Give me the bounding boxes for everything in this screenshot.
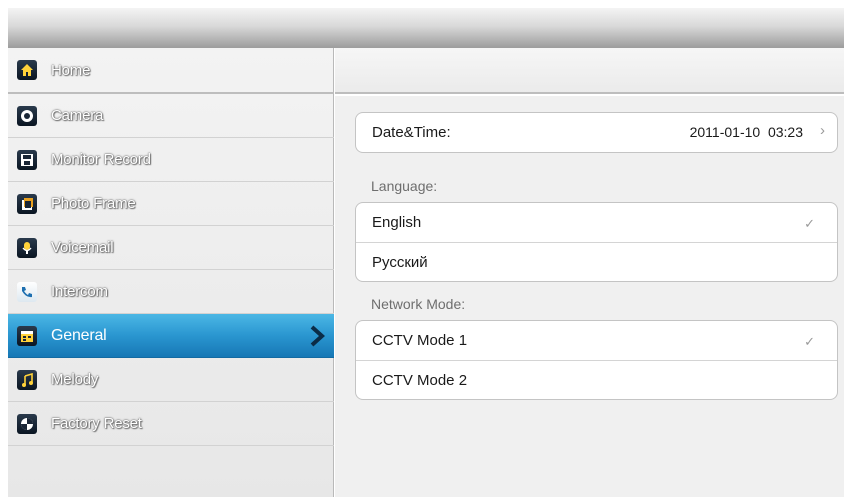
network-option-label: CCTV Mode 2	[372, 371, 468, 389]
sidebar-item-melody[interactable]: Melody	[8, 358, 334, 402]
sidebar-item-home[interactable]: Home	[8, 48, 334, 94]
photo-frame-icon	[17, 193, 37, 214]
reset-icon	[17, 413, 37, 434]
device-screen: Home Camera Monitor Record Photo Frame V	[8, 8, 844, 497]
camera-icon	[17, 105, 37, 126]
checkmark-icon: ✓	[804, 216, 815, 231]
language-group: English ✓ Русский	[355, 202, 838, 282]
datetime-row[interactable]: Date&Time: 2011-01-10 03:23 ›	[356, 113, 837, 152]
sidebar-item-label: Melody	[51, 371, 99, 388]
datetime-value: 2011-01-10 03:23	[689, 124, 803, 140]
sidebar-item-label: Voicemail	[51, 239, 114, 256]
language-option-english[interactable]: English ✓	[356, 203, 837, 242]
sidebar-item-label: Photo Frame	[51, 195, 136, 212]
sidebar-item-label: Home	[51, 61, 91, 79]
network-mode-group: CCTV Mode 1 ✓ CCTV Mode 2	[355, 320, 838, 400]
home-icon	[17, 60, 37, 80]
network-section-label: Network Mode:	[371, 296, 466, 312]
datetime-label: Date&Time:	[372, 124, 451, 141]
language-option-label: Русский	[372, 253, 428, 271]
sidebar-item-label: Intercom	[51, 283, 108, 300]
sidebar-item-factory-reset[interactable]: Factory Reset	[8, 402, 334, 446]
checkmark-icon: ✓	[804, 334, 815, 349]
sidebar-item-camera[interactable]: Camera	[8, 94, 334, 138]
content-header	[335, 48, 844, 94]
network-option-cctv-mode-1[interactable]: CCTV Mode 1 ✓	[356, 321, 837, 360]
settings-panel: Date&Time: 2011-01-10 03:23 › Language: …	[335, 96, 844, 497]
top-bar	[8, 8, 844, 48]
language-section-label: Language:	[371, 178, 438, 194]
chevron-right-icon	[310, 325, 325, 347]
network-option-label: CCTV Mode 1	[372, 332, 468, 349]
floppy-disk-icon	[17, 149, 37, 170]
sidebar-item-label: Factory Reset	[51, 415, 142, 432]
sidebar-item-label: General	[51, 326, 107, 344]
datetime-group: Date&Time: 2011-01-10 03:23 ›	[355, 112, 838, 153]
microphone-icon	[17, 237, 37, 258]
calendar-icon	[17, 325, 37, 346]
sidebar-item-voicemail[interactable]: Voicemail	[8, 226, 334, 270]
sidebar-menu: Home Camera Monitor Record Photo Frame V	[8, 48, 334, 497]
music-note-icon	[17, 369, 37, 390]
language-option-russian[interactable]: Русский	[356, 242, 837, 281]
sidebar-item-label: Camera	[51, 107, 104, 124]
sidebar-item-photo-frame[interactable]: Photo Frame	[8, 182, 334, 226]
sidebar-item-general[interactable]: General	[8, 314, 334, 358]
network-option-cctv-mode-2[interactable]: CCTV Mode 2	[356, 360, 837, 399]
phone-icon	[17, 281, 37, 302]
sidebar-item-intercom[interactable]: Intercom	[8, 270, 334, 314]
chevron-right-icon: ›	[820, 122, 825, 139]
language-option-label: English	[372, 214, 422, 231]
sidebar-item-monitor-record[interactable]: Monitor Record	[8, 138, 334, 182]
sidebar-item-label: Monitor Record	[51, 151, 151, 168]
